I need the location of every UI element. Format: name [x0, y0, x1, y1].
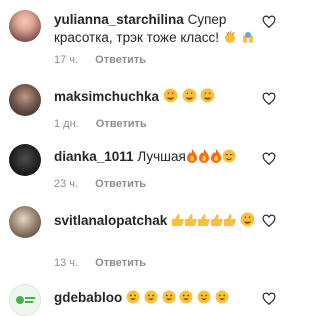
comment-time: 1 дн. [54, 118, 79, 130]
comment-body: dianka_1011 Лучшая [54, 148, 264, 168]
thumbs-up-icon [210, 212, 223, 234]
comment-item: gdebabloo [0, 280, 298, 316]
comment-item: yulianna_starchilina Супер красотка, трэ… [0, 0, 298, 68]
comment-body: svitlanalopatchak [54, 210, 260, 234]
heart-eyes-icon [182, 88, 197, 108]
thumbs-up-icon [171, 212, 184, 234]
comment-username[interactable]: maksimchuchka [54, 89, 159, 104]
grinning-face-icon [144, 290, 158, 309]
comment-username[interactable]: svitlanalopatchak [54, 213, 167, 228]
heart-outline-icon[interactable] [262, 292, 276, 306]
comment-item: maksimchuchka 1 дн. Ответить [0, 80, 298, 132]
reply-button[interactable]: Ответить [95, 178, 146, 190]
comment-body: maksimchuchka [54, 88, 264, 108]
heart-outline-icon[interactable] [262, 92, 276, 106]
comment-meta: 17 ч. Ответить [54, 54, 146, 66]
comment-text: Лучшая [137, 149, 186, 164]
comment-time: 17 ч. [54, 54, 79, 66]
fire-icon [198, 149, 210, 168]
reply-button[interactable]: Ответить [96, 118, 147, 130]
comment-time: 23 ч. [54, 178, 79, 190]
fire-icon [210, 149, 222, 168]
comment-item: svitlanalopatchak 13 ч. Ответить [0, 198, 298, 276]
heart-eyes-icon [240, 212, 255, 234]
reply-button[interactable]: Ответить [95, 257, 146, 269]
clapping-hand-icon [223, 30, 237, 49]
avatar[interactable] [9, 206, 41, 238]
avatar[interactable] [9, 284, 41, 316]
thumbs-up-icon [223, 212, 236, 234]
comment-username[interactable]: dianka_1011 [54, 149, 134, 164]
grinning-face-icon [126, 290, 140, 309]
avatar[interactable] [9, 84, 41, 116]
relieved-face-icon [222, 149, 236, 168]
grinning-face-icon [179, 290, 193, 309]
heart-outline-icon[interactable] [262, 15, 276, 29]
comment-body: gdebabloo [54, 289, 264, 309]
brand-logo-icon [16, 296, 35, 304]
avatar[interactable] [9, 144, 41, 176]
comment-username[interactable]: gdebabloo [54, 290, 122, 305]
raising-hands-icon [241, 30, 255, 49]
comment-item: dianka_1011 Лучшая 23 ч. Ответить [0, 142, 298, 192]
heart-eyes-icon [200, 88, 215, 108]
avatar[interactable] [9, 10, 41, 42]
grinning-face-icon [215, 290, 229, 309]
heart-outline-icon[interactable] [262, 214, 276, 228]
reply-button[interactable]: Ответить [95, 54, 146, 66]
heart-outline-icon[interactable] [262, 152, 276, 166]
fire-icon [186, 149, 198, 168]
thumbs-up-icon [197, 212, 210, 234]
comment-username[interactable]: yulianna_starchilina [54, 12, 184, 27]
comment-time: 13 ч. [54, 257, 79, 269]
comment-meta: 23 ч. Ответить [54, 178, 146, 190]
grinning-face-icon [162, 290, 176, 309]
thumbs-up-icon [184, 212, 197, 234]
comment-meta: 1 дн. Ответить [54, 118, 147, 130]
comment-meta: 13 ч. Ответить [54, 257, 146, 269]
comment-body: yulianna_starchilina Супер красотка, трэ… [54, 11, 264, 49]
heart-eyes-icon [163, 88, 178, 108]
grinning-face-icon [197, 290, 211, 309]
